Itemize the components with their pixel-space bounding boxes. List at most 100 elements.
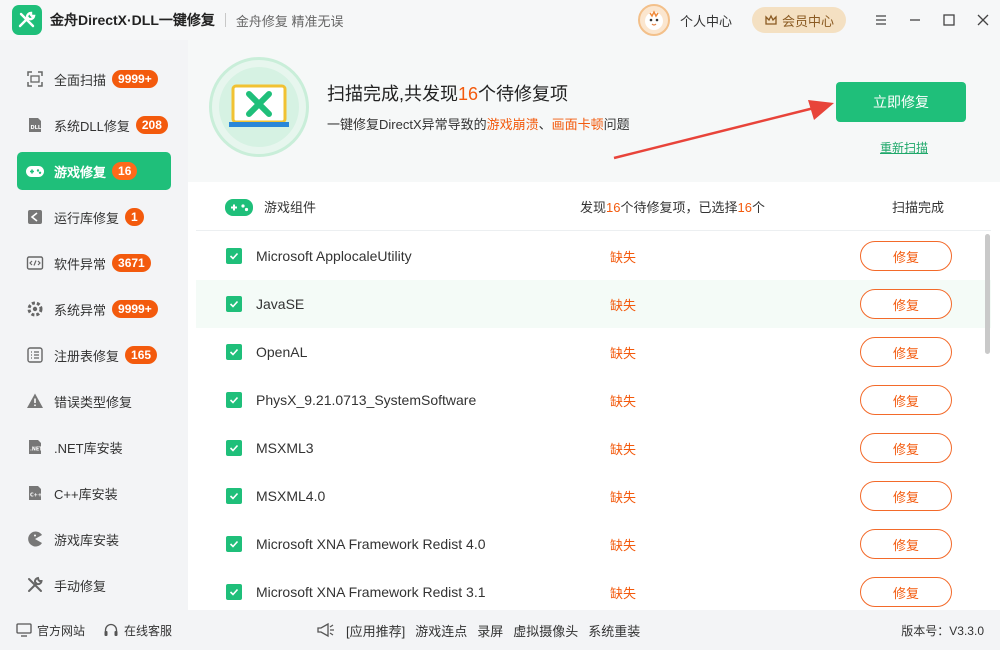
list-header-label: 游戏组件 bbox=[264, 200, 317, 215]
row-checkbox[interactable] bbox=[226, 392, 242, 408]
svg-text:DLL: DLL bbox=[31, 125, 42, 131]
maximize-button[interactable] bbox=[932, 0, 966, 40]
row-checkbox[interactable] bbox=[226, 536, 242, 552]
sidebar-item-error-type[interactable]: 错误类型修复 bbox=[17, 382, 171, 420]
scan-result-subtitle: 一键修复DirectX异常导致的游戏崩溃、画面卡顿问题 bbox=[327, 117, 630, 132]
sidebar-item-game-lib[interactable]: 游戏库安装 bbox=[17, 520, 171, 558]
count-badge: 9999+ bbox=[112, 300, 158, 318]
sidebar-item-system[interactable]: 系统异常 9999+ bbox=[17, 290, 171, 328]
count-badge: 208 bbox=[135, 116, 168, 134]
component-name: Microsoft ApplocaleUtility bbox=[256, 248, 412, 264]
rescan-link[interactable]: 重新扫描 bbox=[880, 139, 928, 156]
status-text: 缺失 bbox=[610, 249, 637, 265]
sidebar-item-cpp[interactable]: C++ C++库安装 bbox=[17, 474, 171, 512]
net-icon: .NET bbox=[25, 437, 45, 457]
pacman-icon bbox=[25, 529, 45, 549]
gamepad-icon bbox=[25, 161, 45, 181]
sidebar-item-label: 系统异常 bbox=[54, 302, 107, 318]
app-logo-icon bbox=[12, 5, 42, 35]
sidebar-item-dotnet[interactable]: .NET .NET库安装 bbox=[17, 428, 171, 466]
status-text: 缺失 bbox=[610, 489, 637, 505]
count-badge: 3671 bbox=[112, 254, 151, 272]
status-text: 缺失 bbox=[610, 297, 637, 313]
footer-link-screen-record[interactable]: 录屏 bbox=[477, 621, 503, 640]
row-checkbox[interactable] bbox=[226, 584, 242, 600]
row-checkbox[interactable] bbox=[226, 344, 242, 360]
sidebar-item-label: 注册表修复 bbox=[54, 348, 120, 364]
sidebar-item-label: 软件异常 bbox=[54, 256, 107, 272]
title-divider bbox=[224, 13, 226, 27]
row-checkbox[interactable] bbox=[226, 440, 242, 456]
scan-result-banner: 扫描完成,共发现16个待修复项 一键修复DirectX异常导致的游戏崩溃、画面卡… bbox=[188, 40, 1000, 182]
status-text: 缺失 bbox=[610, 585, 637, 601]
avatar[interactable] bbox=[637, 4, 670, 36]
svg-text:C++: C++ bbox=[30, 493, 42, 499]
found-count-text: 发现16个待修复项，已选择16个 bbox=[580, 200, 765, 215]
list-item: OpenAL 缺失 修复 bbox=[196, 328, 991, 376]
row-checkbox[interactable] bbox=[226, 296, 242, 312]
scan-icon bbox=[25, 69, 45, 89]
gamepad-icon bbox=[225, 198, 253, 216]
status-text: 缺失 bbox=[610, 537, 637, 553]
runtime-icon bbox=[25, 207, 45, 227]
repair-button[interactable]: 修复 bbox=[860, 337, 952, 367]
repair-button[interactable]: 修复 bbox=[860, 385, 952, 415]
scan-status-text: 扫描完成 bbox=[892, 200, 945, 215]
close-button[interactable] bbox=[966, 0, 1000, 40]
sidebar-item-dll[interactable]: DLL 系统DLL修复 208 bbox=[17, 106, 171, 144]
sidebar-item-label: 全面扫描 bbox=[54, 72, 107, 88]
repair-button[interactable]: 修复 bbox=[860, 289, 952, 319]
sidebar-item-label: 游戏修复 bbox=[54, 164, 107, 180]
footer-link-auto-clicker[interactable]: 游戏连点 bbox=[415, 621, 467, 640]
repair-button[interactable]: 修复 bbox=[860, 577, 952, 607]
app-slogan: 金舟修复 精准无误 bbox=[235, 13, 344, 29]
repair-button[interactable]: 修复 bbox=[860, 529, 952, 559]
version-text: 版本号：V3.3.0 bbox=[901, 623, 984, 638]
official-site-link[interactable]: 官方网站 bbox=[37, 622, 85, 639]
sidebar-item-label: 游戏库安装 bbox=[54, 532, 120, 548]
app-recommend-label: [应用推荐] bbox=[346, 623, 406, 639]
footer-link-system-reinstall[interactable]: 系统重装 bbox=[588, 621, 640, 640]
status-text: 缺失 bbox=[610, 441, 637, 457]
count-badge: 1 bbox=[125, 208, 144, 226]
status-text: 缺失 bbox=[610, 345, 637, 361]
sidebar-item-runtime[interactable]: 运行库修复 1 bbox=[17, 198, 171, 236]
app-title: 金舟DirectX·DLL一键修复 bbox=[50, 12, 215, 28]
repair-button[interactable]: 修复 bbox=[860, 433, 952, 463]
repair-button[interactable]: 修复 bbox=[860, 241, 952, 271]
online-service-link[interactable]: 在线客服 bbox=[124, 622, 172, 639]
registry-icon bbox=[25, 345, 45, 365]
menu-button[interactable] bbox=[864, 0, 898, 40]
list-item: MSXML4.0 缺失 修复 bbox=[196, 472, 991, 520]
sidebar-item-full-scan[interactable]: 全面扫描 9999+ bbox=[17, 60, 171, 98]
directx-logo-icon bbox=[209, 57, 309, 157]
megaphone-icon bbox=[317, 622, 334, 638]
list-scrollbar[interactable] bbox=[985, 234, 990, 354]
sidebar-item-game-repair[interactable]: 游戏修复 16 bbox=[17, 152, 171, 190]
vip-center-button[interactable]: 会员中心 bbox=[751, 7, 846, 33]
sidebar: 全面扫描 9999+ DLL 系统DLL修复 208 游戏修复 16 运行库修复… bbox=[0, 40, 188, 610]
sidebar-item-software[interactable]: 软件异常 3671 bbox=[17, 244, 171, 282]
footer-link-virtual-camera[interactable]: 虚拟摄像头 bbox=[513, 621, 578, 640]
dll-icon: DLL bbox=[25, 115, 45, 135]
personal-center-link[interactable]: 个人中心 bbox=[680, 11, 732, 30]
maximize-icon bbox=[943, 14, 955, 26]
row-checkbox[interactable] bbox=[226, 248, 242, 264]
row-checkbox[interactable] bbox=[226, 488, 242, 504]
sidebar-item-manual[interactable]: 手动修复 bbox=[17, 566, 171, 604]
minimize-icon bbox=[910, 19, 920, 21]
fix-now-button[interactable]: 立即修复 bbox=[836, 82, 966, 122]
component-name: MSXML4.0 bbox=[256, 488, 326, 504]
list-item: MSXML3 缺失 修复 bbox=[196, 424, 991, 472]
sidebar-item-label: 运行库修复 bbox=[54, 210, 120, 226]
gear-icon bbox=[25, 299, 45, 319]
sidebar-item-label: 错误类型修复 bbox=[54, 394, 133, 410]
component-name: Microsoft XNA Framework Redist 4.0 bbox=[256, 536, 486, 552]
component-name: MSXML3 bbox=[256, 440, 314, 456]
minimize-button[interactable] bbox=[898, 0, 932, 40]
sidebar-item-registry[interactable]: 注册表修复 165 bbox=[17, 336, 171, 374]
headset-icon bbox=[104, 623, 118, 636]
repair-button[interactable]: 修复 bbox=[860, 481, 952, 511]
list-item: Microsoft ApplocaleUtility 缺失 修复 bbox=[196, 232, 991, 280]
sidebar-item-label: 手动修复 bbox=[54, 578, 107, 594]
